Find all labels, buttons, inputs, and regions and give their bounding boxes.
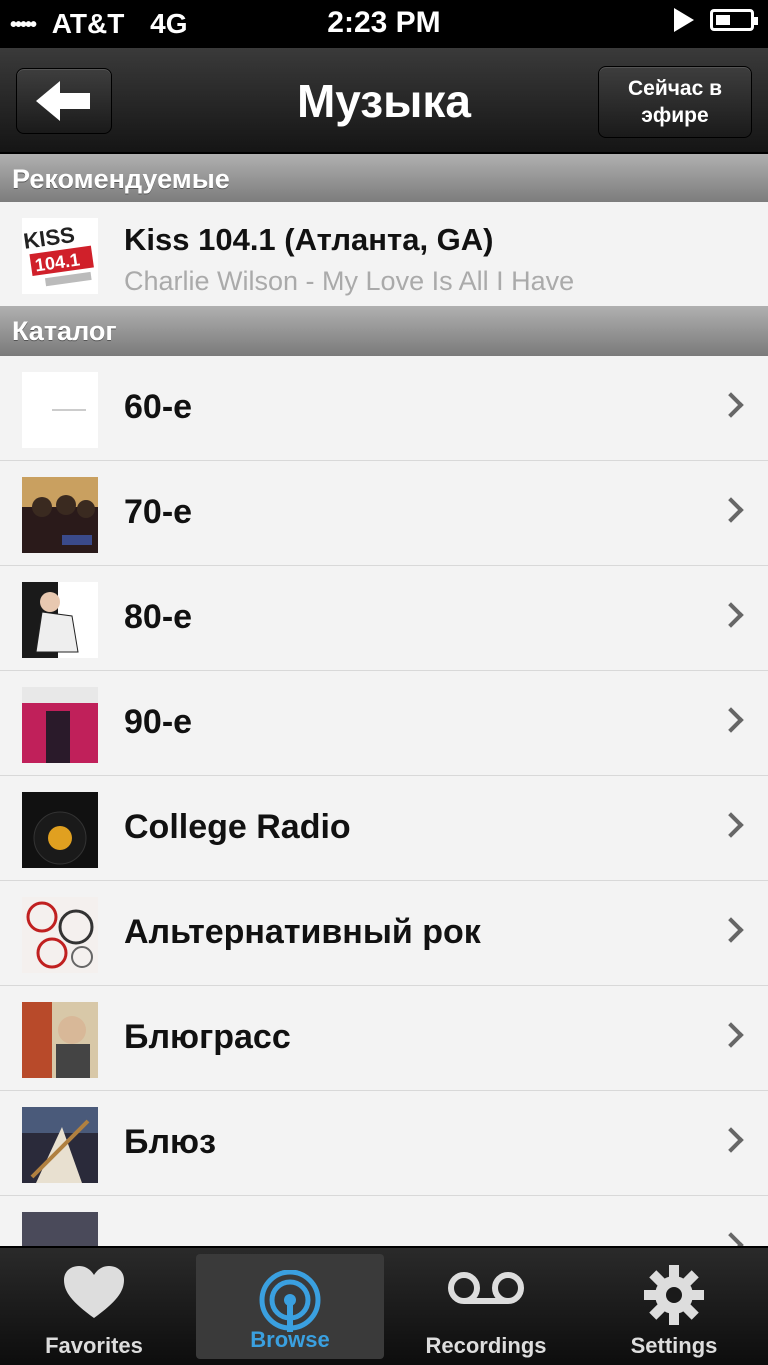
tab-settings[interactable]: Settings [580,1248,768,1365]
station-title: Kiss 104.1 (Атланта, GA) [124,222,494,257]
catalog-item-label: College Radio [124,808,351,846]
catalog-item-bluegrass[interactable]: Блюграсс [0,986,768,1091]
now-playing-label-line2: эфире [641,104,709,127]
now-playing-track: Charlie Wilson - My Love Is All I Have [124,266,575,296]
tab-favorites[interactable]: Favorites [0,1248,188,1365]
chevron-right-icon [718,917,744,943]
tab-browse[interactable]: Browse [196,1254,384,1359]
page-title: Музыка [296,75,472,127]
catalog-item-label: Альтернативный рок [124,913,481,951]
status-right [674,8,758,32]
catalog-item-label: 60-е [124,388,193,426]
chevron-right-icon [718,707,744,733]
now-playing-label-line1: Сейчас в [627,77,723,100]
catalog-item-60s[interactable]: 60-е [0,356,768,461]
genre-thumbnail [22,372,98,448]
back-button[interactable] [16,68,112,134]
chevron-right-icon [718,602,744,628]
featured-station-row[interactable]: KISS 104.1 Kiss 104.1 (Атланта, GA) Char… [0,202,768,306]
catalog-item-college-radio[interactable]: College Radio [0,776,768,881]
catalog-item-label: 80-е [124,598,193,636]
battery-icon [710,9,758,31]
catalog-item-label: 90-е [124,703,193,741]
genre-thumbnail [22,582,98,658]
broadcast-icon [259,1270,321,1332]
navigation-bar: Музыка Сейчас в эфире [0,48,768,154]
genre-thumbnail [22,477,98,553]
catalog-item-alternative-rock[interactable]: Альтернативный рок [0,881,768,986]
genre-thumbnail [22,792,98,868]
tab-recordings[interactable]: Recordings [392,1248,580,1365]
genre-thumbnail [22,687,98,763]
chevron-right-icon [718,812,744,838]
heart-icon [64,1266,124,1318]
chevron-right-icon [718,497,744,523]
section-header-featured: Рекомендуемые [0,154,768,204]
tab-bar: Favorites Browse Recordings Settings [0,1246,768,1365]
status-bar: ••••• AT&T 4G 2:23 PM [0,0,768,48]
gear-icon [644,1265,704,1325]
catalog-list: 60-е 70-е 80-е 90-е College Radio Альтер… [0,356,768,1301]
chevron-right-icon [718,1127,744,1153]
catalog-item-70s[interactable]: 70-е [0,461,768,566]
voicemail-icon [448,1272,524,1304]
chevron-right-icon [718,392,744,418]
catalog-item-80s[interactable]: 80-е [0,566,768,671]
catalog-item-blues[interactable]: Блюз [0,1091,768,1196]
station-logo: KISS 104.1 [22,218,98,294]
section-header-catalog: Каталог [0,306,768,356]
play-icon [674,8,694,32]
tab-label: Favorites [45,1333,143,1358]
genre-thumbnail [22,1107,98,1183]
arrow-left-icon [36,81,90,121]
tab-label: Browse [250,1327,330,1352]
catalog-item-label: 70-е [124,493,193,531]
tab-label: Settings [630,1333,718,1358]
catalog-item-label: Блюз [124,1123,216,1161]
chevron-right-icon [718,1022,744,1048]
tab-label: Recordings [425,1333,547,1358]
clock: 2:23 PM [327,6,441,39]
catalog-item-label: Блюграсс [124,1018,291,1056]
now-playing-button[interactable]: Сейчас в эфире [598,66,752,138]
catalog-item-90s[interactable]: 90-е [0,671,768,776]
genre-thumbnail [22,1002,98,1078]
genre-thumbnail [22,897,98,973]
